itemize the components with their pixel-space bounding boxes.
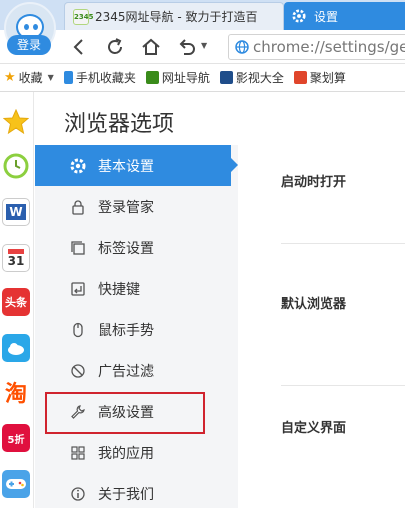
nav-about-us[interactable]: 关于我们 [35, 473, 238, 508]
tab-2345-navigation[interactable]: 2345 2345网址导航 - 致力于打造百 [64, 2, 284, 30]
nav-my-apps[interactable]: 我的应用 [35, 432, 238, 473]
apps-grid-icon [71, 445, 85, 460]
mouse-icon [73, 322, 83, 337]
bookmark-video[interactable]: 影视大全 [219, 69, 284, 86]
bookmark-label: 聚划算 [309, 71, 346, 85]
globe-icon [235, 40, 249, 54]
info-icon [71, 486, 85, 501]
divider [281, 243, 405, 244]
tab-settings[interactable]: 设置 [284, 2, 405, 30]
nav-label: 我的应用 [98, 445, 154, 462]
phone-icon [63, 71, 73, 84]
tab-title: 设置 [314, 9, 339, 24]
toutiao-app-icon[interactable]: 头条 [2, 288, 30, 316]
back-icon[interactable] [68, 36, 90, 58]
gear-icon [292, 9, 306, 23]
gear-icon [70, 158, 86, 173]
divider [281, 385, 405, 386]
calendar-app-label: 31 [7, 248, 25, 268]
home-icon[interactable] [140, 36, 162, 58]
lock-icon [72, 199, 84, 215]
tab-strip: 2345 2345网址导航 - 致力于打造百 设置 [0, 0, 405, 30]
clock-app-icon[interactable] [2, 152, 30, 180]
nav-basic-settings[interactable]: 基本设置 [35, 145, 238, 186]
url-field[interactable]: chrome://settings/gene [228, 34, 405, 60]
favorites-star-app-icon[interactable] [2, 108, 30, 136]
reload-icon[interactable] [104, 36, 126, 58]
section-customize-ui: 自定义界面 [281, 421, 347, 436]
nav-label: 标签设置 [98, 240, 154, 257]
nav-tab-settings[interactable]: 标签设置 [35, 227, 238, 268]
bookmark-favorites[interactable]: ★ 收藏 ▼ [4, 69, 54, 86]
nav-mouse-gestures[interactable]: 鼠标手势 [35, 309, 238, 350]
bookmarks-bar: ★ 收藏 ▼ 手机收藏夹 网址导航 影视大全 聚划算 [0, 64, 405, 92]
2345-favicon-icon: 2345 [73, 8, 93, 25]
tmall-app-label: 5折 [7, 434, 25, 446]
highlight-annotation [45, 392, 205, 434]
nav-label: 登录管家 [98, 199, 154, 216]
bookmark-label: 手机收藏夹 [75, 71, 136, 85]
nav-ad-filter[interactable]: 广告过滤 [35, 350, 238, 391]
bookmark-label: 网址导航 [161, 71, 210, 85]
toutiao-app-label: 头条 [5, 296, 27, 309]
taobao-app-label: 淘 [4, 382, 27, 407]
juhuasuan-icon [293, 71, 307, 84]
calendar-app-icon[interactable]: 31 [2, 244, 30, 272]
tmall-app-icon[interactable]: 5折 [2, 424, 30, 452]
home-icon [145, 71, 159, 84]
nav-label: 广告过滤 [98, 363, 154, 380]
word-app-label: W [6, 204, 26, 220]
tabs-icon [71, 240, 85, 255]
taobao-app-icon[interactable]: 淘 [2, 378, 30, 407]
bookmark-juhuasuan[interactable]: 聚划算 [293, 69, 346, 86]
nav-label: 基本设置 [98, 158, 154, 175]
star-icon: ★ [4, 70, 16, 85]
chevron-down-icon[interactable]: ▼ [48, 73, 54, 82]
nav-label: 快捷键 [98, 281, 140, 298]
section-startup: 启动时打开 [281, 175, 347, 190]
nav-label: 鼠标手势 [98, 322, 154, 339]
nav-login-manager[interactable]: 登录管家 [35, 186, 238, 227]
keyboard-icon [71, 281, 85, 296]
settings-sidebar: 基本设置 登录管家 标签设置 快捷键 鼠标手势 广告过滤 高级设置 我的应用 关… [35, 145, 238, 508]
nav-shortcuts[interactable]: 快捷键 [35, 268, 238, 309]
word-app-icon[interactable]: W [2, 198, 30, 226]
game-app-icon[interactable] [2, 470, 30, 498]
address-bar-row: 登录 ▼ chrome://settings/gene [0, 30, 405, 64]
film-icon [219, 71, 233, 84]
weather-app-icon[interactable] [2, 334, 30, 362]
page-title: 浏览器选项 [64, 112, 175, 137]
tab-title: 2345网址导航 - 致力于打造百 [95, 10, 258, 24]
url-text: chrome://settings/gene [253, 38, 405, 56]
nav-label: 关于我们 [98, 486, 154, 503]
app-dock: W 31 头条 淘 5折 [0, 92, 34, 508]
bookmark-label: 收藏 [18, 71, 43, 85]
bookmark-mobile-favorites[interactable]: 手机收藏夹 [63, 69, 136, 86]
chevron-down-icon[interactable]: ▼ [201, 41, 207, 50]
bookmark-web-navigation[interactable]: 网址导航 [145, 69, 210, 86]
bookmark-label: 影视大全 [235, 71, 284, 85]
settings-content: 启动时打开 默认浏览器 自定义界面 [238, 145, 405, 508]
undo-icon[interactable] [176, 36, 198, 58]
section-default-browser: 默认浏览器 [281, 297, 347, 312]
block-icon [71, 363, 85, 378]
login-button[interactable]: 登录 [7, 35, 51, 55]
